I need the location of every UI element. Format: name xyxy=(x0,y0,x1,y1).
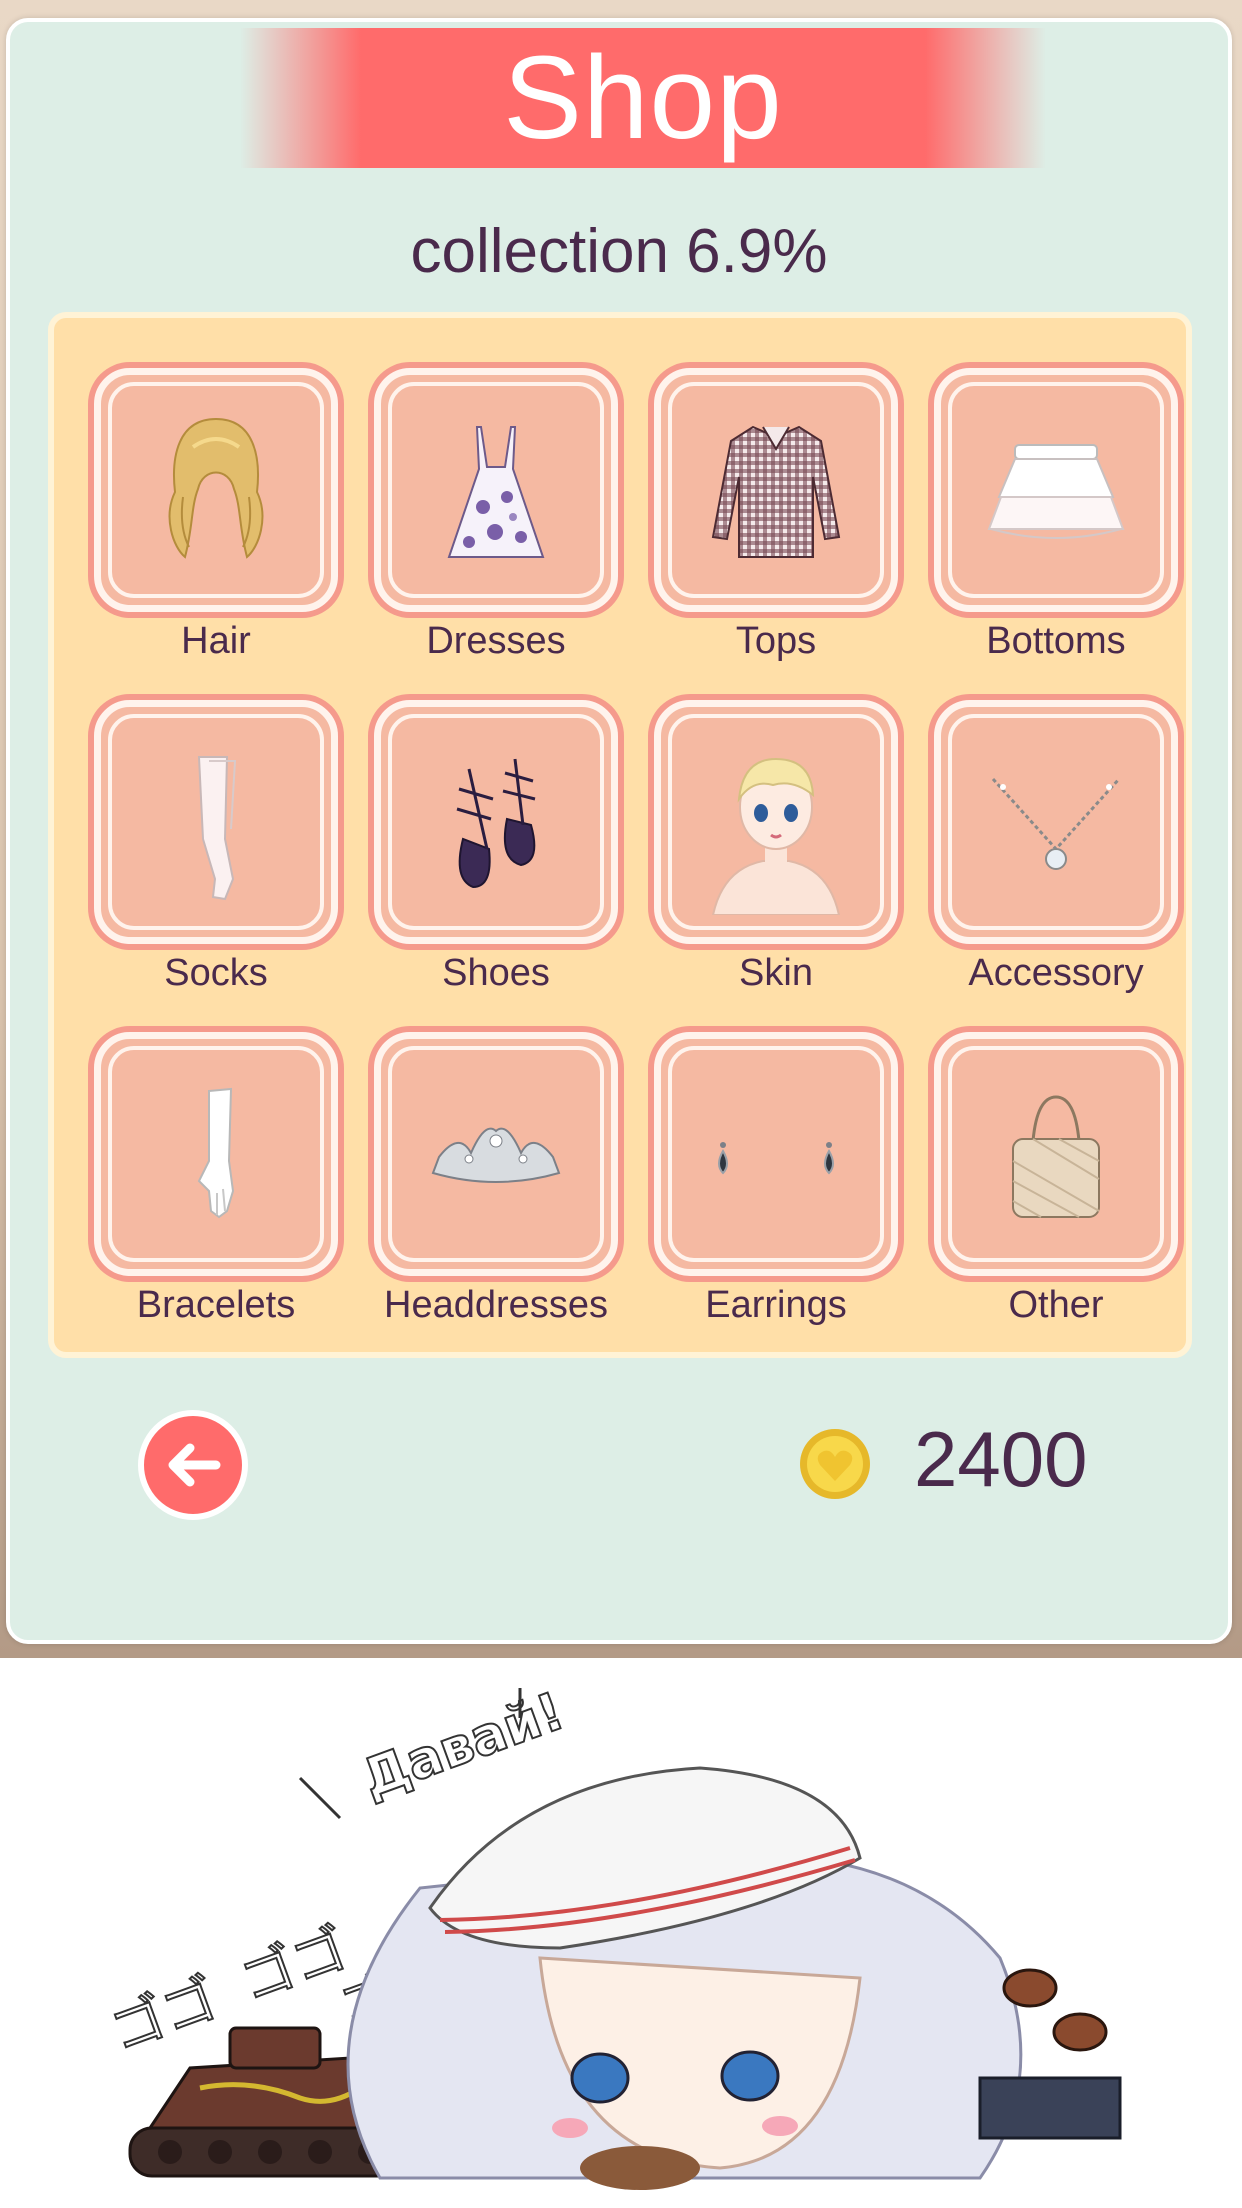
category-label: Dresses xyxy=(426,620,566,662)
category-label: Bracelets xyxy=(136,1284,296,1326)
shout-text: Давай! xyxy=(354,1681,571,1809)
back-button[interactable] xyxy=(138,1410,248,1520)
dress-icon xyxy=(447,426,545,558)
category-label: Accessory xyxy=(968,952,1144,994)
category-socks[interactable]: Socks xyxy=(94,700,338,1020)
category-label: Bottoms xyxy=(986,620,1126,662)
hair-icon xyxy=(168,417,264,559)
arrow-left-icon xyxy=(168,1443,221,1487)
sfx-text-left: ゴゴ xyxy=(102,1967,225,2063)
earrings-icon xyxy=(718,1142,834,1175)
category-label: Socks xyxy=(164,952,268,994)
category-headdresses[interactable]: Headdresses xyxy=(374,1032,618,1352)
category-label: Earrings xyxy=(705,1284,847,1326)
category-label: Skin xyxy=(739,952,813,994)
category-grid: Hair Dresses Tops Bottoms Socks Shoes Sk… xyxy=(48,312,1192,1358)
chibi-girl xyxy=(346,1766,1122,2190)
category-bottoms[interactable]: Bottoms xyxy=(934,368,1178,688)
category-label: Other xyxy=(1008,1284,1104,1326)
category-dresses[interactable]: Dresses xyxy=(374,368,618,688)
heart-coin-icon xyxy=(800,1429,870,1499)
coin-balance: 2400 xyxy=(914,1415,1088,1503)
handbag-icon xyxy=(1012,1095,1100,1218)
category-tops[interactable]: Tops xyxy=(654,368,898,688)
tiara-icon xyxy=(431,1127,561,1183)
category-other[interactable]: Other xyxy=(934,1032,1178,1352)
title-ribbon: Shop xyxy=(240,28,1046,168)
category-label: Tops xyxy=(735,620,817,662)
shop-panel: Shop collection 6.9% Hair Dresses Tops B… xyxy=(6,18,1232,1644)
category-bracelets[interactable]: Bracelets xyxy=(94,1032,338,1352)
shirt-icon xyxy=(711,425,841,558)
glove-icon xyxy=(197,1087,235,1219)
category-label: Hair xyxy=(181,620,251,662)
category-skin[interactable]: Skin xyxy=(654,700,898,1020)
skirt-icon xyxy=(987,444,1125,539)
category-shoes[interactable]: Shoes xyxy=(374,700,618,1020)
shoes-icon xyxy=(456,758,536,889)
collection-progress: collection 6.9% xyxy=(410,217,828,286)
necklace-icon xyxy=(991,777,1121,870)
sfx-text-mid: ゴゴ xyxy=(232,1917,355,2013)
meme-image: Давай! ゴゴ ゴゴ ゴ xyxy=(0,1658,1242,2208)
category-accessory[interactable]: Accessory xyxy=(934,700,1178,1020)
category-label: Headdresses xyxy=(384,1284,608,1326)
stockings-icon xyxy=(197,756,237,901)
page-title: Shop xyxy=(503,32,783,164)
category-earrings[interactable]: Earrings xyxy=(654,1032,898,1352)
category-hair[interactable]: Hair xyxy=(94,368,338,688)
face-icon xyxy=(711,757,841,915)
chibi-illustration: Давай! ゴゴ ゴゴ ゴ xyxy=(101,1680,1122,2190)
category-label: Shoes xyxy=(442,952,550,994)
